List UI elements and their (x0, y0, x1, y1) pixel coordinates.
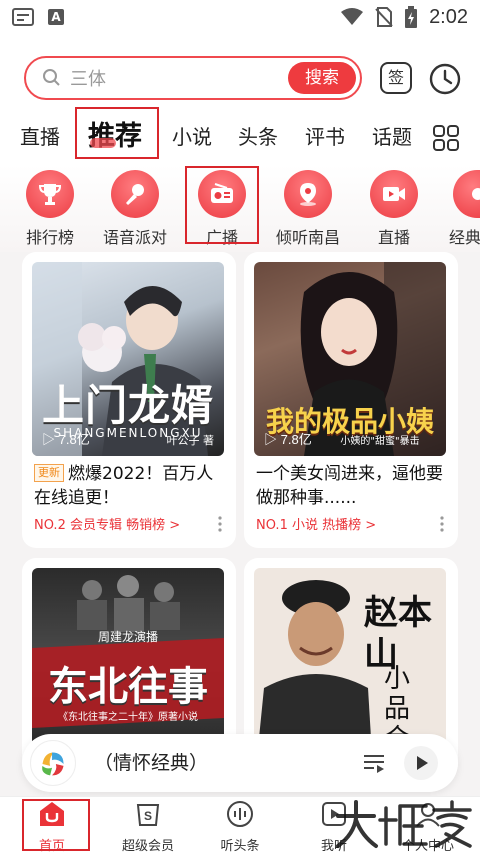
more-options-icon[interactable] (218, 516, 222, 532)
history-clock-icon[interactable] (428, 62, 462, 96)
category-voice-party[interactable]: 语音派对 (90, 170, 180, 248)
tab-topics[interactable]: 话题 (372, 114, 412, 160)
radio-icon (211, 183, 233, 203)
rank-label[interactable]: NO.1 小说 热播榜 > (256, 514, 376, 533)
play-count: ▷ 7.8亿 (42, 432, 90, 447)
station-logo (30, 740, 76, 786)
category-radio[interactable]: 广播 (177, 170, 267, 248)
microphone-icon (126, 184, 144, 205)
album-title[interactable]: 一个美女闯进来，逼他要做那种事...... (256, 462, 446, 510)
mini-player[interactable]: （情怀经典） (22, 734, 458, 792)
album-card[interactable]: 上门龙婿 SHANGMENLONGXU ▷ 7.8亿 叶公子 著 更新 燃爆202… (22, 252, 236, 548)
vip-icon: S (136, 804, 160, 826)
search-icon (43, 69, 60, 86)
tab-recommend[interactable]: 推荐 (88, 114, 142, 160)
clock: 2:02 (429, 5, 468, 28)
wifi-icon (341, 8, 364, 25)
active-tab-indicator (90, 138, 116, 148)
tab-storytelling[interactable]: 评书 (305, 114, 345, 160)
notification-a-icon: A (48, 9, 64, 25)
play-button[interactable] (404, 746, 438, 780)
update-badge: 更新 (34, 464, 64, 482)
search-placeholder[interactable]: 三体 (70, 65, 106, 91)
more-options-icon[interactable] (440, 516, 444, 532)
notification-icon (12, 8, 34, 26)
play-icon (417, 756, 428, 770)
sign-in-button[interactable]: 签 (380, 62, 412, 94)
trophy-icon (38, 184, 62, 205)
nav-profile[interactable]: 个人中心 (380, 799, 476, 853)
cover-author: 叶公子 著 (166, 434, 215, 447)
tab-live[interactable]: 直播 (20, 114, 60, 160)
category-ranking[interactable]: 排行榜 (5, 170, 95, 248)
battery-icon (405, 6, 418, 28)
category-grid-icon[interactable] (432, 124, 460, 152)
category-live[interactable]: 直播 (349, 170, 439, 248)
profile-icon (416, 803, 440, 827)
playlist-icon[interactable] (362, 751, 386, 775)
now-playing-title[interactable]: （情怀经典） (94, 734, 208, 792)
video-icon (383, 187, 405, 201)
nav-my-listening[interactable]: 我听 (286, 799, 382, 853)
status-bar: A 2:02 (0, 0, 480, 34)
play-count: ▷ 7.8亿 (264, 432, 312, 447)
nav-super-vip[interactable]: S 超级会员 (100, 799, 196, 853)
home-icon (40, 802, 64, 826)
audio-wave-icon (227, 801, 253, 827)
rank-label[interactable]: NO.2 会员专辑 畅销榜 > (34, 514, 180, 533)
top-tabs: 直播 推荐 小说 头条 评书 话题 (0, 114, 480, 160)
tab-headlines[interactable]: 头条 (238, 114, 278, 160)
no-sim-icon (375, 7, 393, 27)
svg-text:S: S (144, 809, 152, 823)
album-cover[interactable]: 我的极品小姨 小姨的"甜蜜"暴击 ▷ 7.8亿 (254, 262, 446, 456)
category-row: 排行榜 语音派对 广播 倾听南昌 直播 经典 (0, 170, 480, 250)
album-card[interactable]: 我的极品小姨 小姨的"甜蜜"暴击 ▷ 7.8亿 一个美女闯进来，逼他要做那种事.… (244, 252, 458, 548)
search-bar[interactable]: 三体 搜索 (24, 56, 362, 100)
search-button[interactable]: 搜索 (288, 62, 356, 94)
nav-listen-headlines[interactable]: 听头条 (192, 799, 288, 853)
tab-novel[interactable]: 小说 (172, 114, 212, 160)
my-listen-icon (322, 802, 346, 826)
bottom-navbar: 首页 S 超级会员 听头条 我听 个人中心 (0, 796, 480, 853)
category-nanchang[interactable]: 倾听南昌 (263, 170, 353, 248)
classic-icon (472, 188, 480, 200)
nav-home[interactable]: 首页 (4, 799, 100, 853)
location-pin-icon (300, 183, 316, 206)
album-cover[interactable]: 上门龙婿 SHANGMENLONGXU ▷ 7.8亿 叶公子 著 (32, 262, 224, 456)
category-classic[interactable]: 经典 (431, 170, 480, 248)
album-title[interactable]: 更新 燃爆2022！百万人在线追更！ (34, 462, 224, 510)
